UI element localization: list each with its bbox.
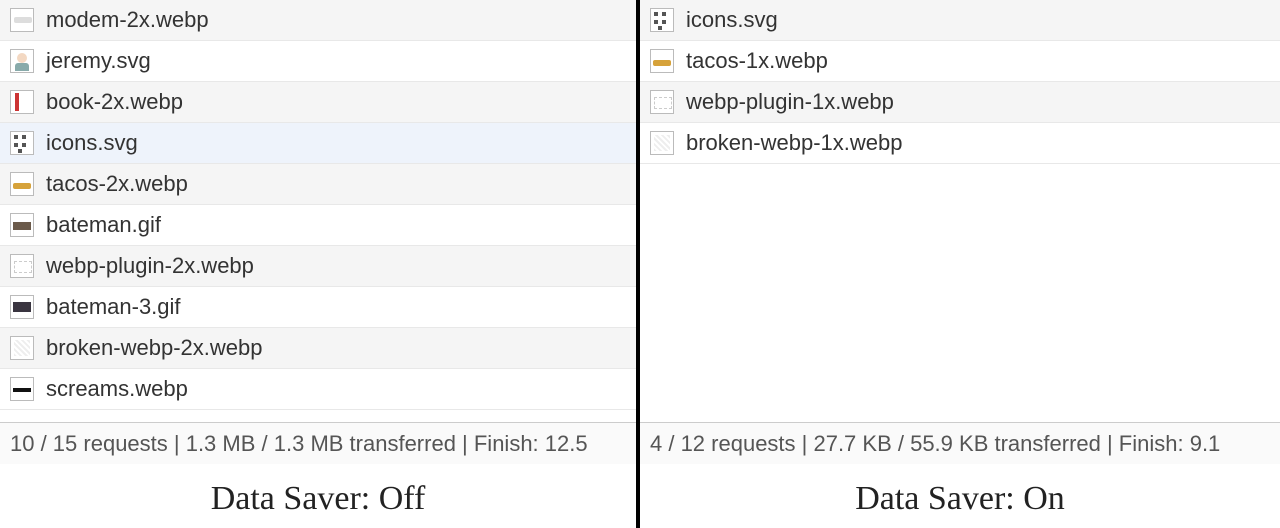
- network-request-list: icons.svg tacos-1x.webp webp-plugin-1x.web…: [640, 0, 1280, 164]
- network-request-row[interactable]: modem-2x.webp: [0, 0, 636, 41]
- network-request-row[interactable]: screams.webp: [0, 369, 636, 410]
- panel-datasaver-on: icons.svg tacos-1x.webp webp-plugin-1x.web…: [640, 0, 1280, 528]
- file-name: webp-plugin-2x.webp: [46, 253, 254, 279]
- file-thumbnail-icon: [650, 131, 674, 155]
- status-bar: 4 / 12 requests | 27.7 KB / 55.9 KB tran…: [640, 422, 1280, 464]
- file-thumbnail-icon: [10, 49, 34, 73]
- file-name: broken-webp-1x.webp: [686, 130, 902, 156]
- file-thumbnail-icon: [10, 172, 34, 196]
- network-request-row[interactable]: tacos-1x.webp: [640, 41, 1280, 82]
- network-request-row[interactable]: bateman.gif: [0, 205, 636, 246]
- file-name: modem-2x.webp: [46, 7, 209, 33]
- file-name: icons.svg: [46, 130, 138, 156]
- file-name: webp-plugin-1x.webp: [686, 89, 894, 115]
- network-request-list: modem-2x.webp jeremy.svg book-2x.webp icons…: [0, 0, 636, 410]
- file-name: tacos-1x.webp: [686, 48, 828, 74]
- file-name: broken-webp-2x.webp: [46, 335, 262, 361]
- comparison-split: modem-2x.webp jeremy.svg book-2x.webp icons…: [0, 0, 1280, 528]
- status-bar: 10 / 15 requests | 1.3 MB / 1.3 MB trans…: [0, 422, 636, 464]
- network-request-row[interactable]: icons.svg: [640, 0, 1280, 41]
- network-request-row[interactable]: broken-webp-2x.webp: [0, 328, 636, 369]
- file-name: screams.webp: [46, 376, 188, 402]
- panel-caption: Data Saver: On: [640, 464, 1280, 528]
- file-thumbnail-icon: [10, 131, 34, 155]
- file-name: book-2x.webp: [46, 89, 183, 115]
- network-request-row[interactable]: tacos-2x.webp: [0, 164, 636, 205]
- panel-filler: [640, 164, 1280, 422]
- file-thumbnail-icon: [10, 8, 34, 32]
- network-request-row[interactable]: book-2x.webp: [0, 82, 636, 123]
- panel-datasaver-off: modem-2x.webp jeremy.svg book-2x.webp icons…: [0, 0, 640, 528]
- network-request-row[interactable]: webp-plugin-2x.webp: [0, 246, 636, 287]
- network-request-row[interactable]: webp-plugin-1x.webp: [640, 82, 1280, 123]
- file-thumbnail-icon: [10, 295, 34, 319]
- network-request-row[interactable]: bateman-3.gif: [0, 287, 636, 328]
- file-thumbnail-icon: [10, 213, 34, 237]
- file-name: icons.svg: [686, 7, 778, 33]
- file-thumbnail-icon: [650, 90, 674, 114]
- file-thumbnail-icon: [650, 49, 674, 73]
- file-name: bateman-3.gif: [46, 294, 181, 320]
- file-thumbnail-icon: [10, 336, 34, 360]
- network-request-row[interactable]: jeremy.svg: [0, 41, 636, 82]
- file-thumbnail-icon: [10, 377, 34, 401]
- panel-filler: [0, 410, 636, 422]
- file-name: jeremy.svg: [46, 48, 151, 74]
- panel-caption: Data Saver: Off: [0, 464, 636, 528]
- network-request-row[interactable]: icons.svg: [0, 123, 636, 164]
- file-thumbnail-icon: [10, 254, 34, 278]
- file-thumbnail-icon: [10, 90, 34, 114]
- file-thumbnail-icon: [650, 8, 674, 32]
- file-name: tacos-2x.webp: [46, 171, 188, 197]
- network-request-row[interactable]: broken-webp-1x.webp: [640, 123, 1280, 164]
- file-name: bateman.gif: [46, 212, 161, 238]
